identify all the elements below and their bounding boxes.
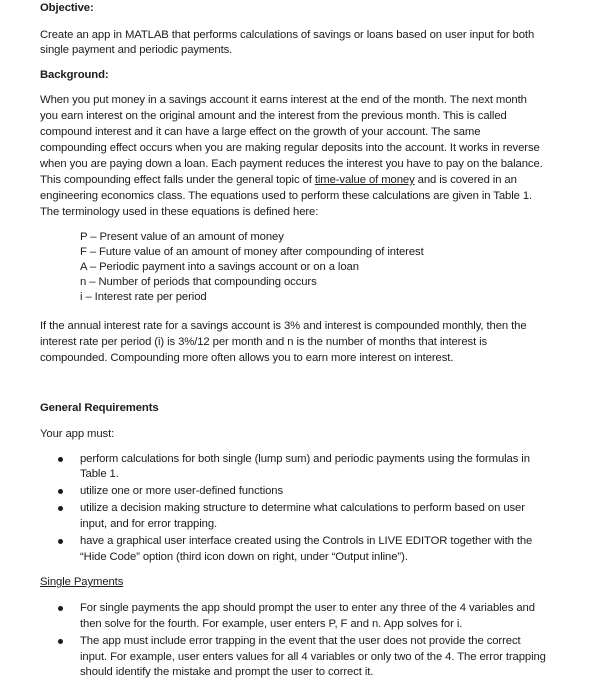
requirement-item-line: utilize one or more user-defined functio… (80, 485, 284, 497)
single-payment-item-line: For single payments the app should promp… (80, 602, 535, 614)
bullet-icon (58, 539, 63, 544)
term-definition: i – Interest rate per period (80, 291, 207, 303)
background-text-line: compounding effect occurs when you are m… (40, 142, 540, 154)
term-definition: P – Present value of an amount of money (80, 231, 284, 243)
objective-heading: Objective: (40, 2, 94, 14)
background-text-line: compound interest and it can have a larg… (40, 126, 481, 138)
single-payment-item-line: then solve for the fourth. For example, … (80, 618, 463, 630)
background-text-line: When you put money in a savings account … (40, 94, 527, 106)
requirement-item-line: “Hide Code” option (third icon down on r… (80, 551, 408, 563)
single-payment-item-line: The app must include error trapping in t… (80, 635, 521, 647)
background-text-line: engineering economics class. The equatio… (40, 190, 533, 202)
background-text-line: The terminology used in these equations … (40, 206, 319, 218)
single-payments-heading: Single Payments (40, 576, 124, 588)
example-text-line: interest rate per period (i) is 3%/12 pe… (40, 336, 488, 348)
term-definition: A – Periodic payment into a savings acco… (80, 261, 359, 273)
example-text-line: If the annual interest rate for a saving… (40, 320, 527, 332)
bullet-icon (58, 639, 63, 644)
term-definition: n – Number of periods that compounding o… (80, 276, 317, 288)
single-payment-item-line: should identify the mistake and prompt t… (80, 666, 374, 678)
time-value-of-money-link[interactable]: time-value of money (315, 174, 415, 186)
bullet-icon (58, 457, 63, 462)
requirement-item-line: perform calculations for both single (lu… (80, 453, 530, 465)
requirement-item-line: utilize a decision making structure to d… (80, 502, 525, 514)
objective-text-line: single payment and periodic payments. (40, 44, 233, 56)
term-definition: F – Future value of an amount of money a… (80, 246, 424, 258)
background-text-segment: This compounding effect falls under the … (40, 174, 315, 186)
general-requirements-heading: General Requirements (40, 402, 159, 414)
bullet-icon (58, 606, 63, 611)
bullet-icon (58, 489, 63, 494)
single-payment-item-line: input. For example, user enters values f… (80, 651, 546, 663)
document-page: Objective: Create an app in MATLAB that … (0, 0, 606, 700)
requirement-item-line: have a graphical user interface created … (80, 535, 533, 547)
background-text-segment: and is covered in an (414, 174, 517, 186)
requirement-item-line: input, and for error trapping. (80, 518, 218, 530)
objective-text-line: Create an app in MATLAB that performs ca… (40, 29, 535, 41)
general-intro: Your app must: (40, 428, 115, 440)
bullet-icon (58, 506, 63, 511)
background-text-line: This compounding effect falls under the … (40, 173, 517, 187)
example-text-line: compounded. Compounding more often allow… (40, 352, 454, 364)
background-text-line: when you are paying down a loan. Each pa… (40, 158, 543, 170)
background-heading: Background: (40, 69, 109, 81)
requirement-item-line: Table 1. (80, 468, 119, 480)
background-text-line: you earn interest on the original amount… (40, 110, 507, 122)
